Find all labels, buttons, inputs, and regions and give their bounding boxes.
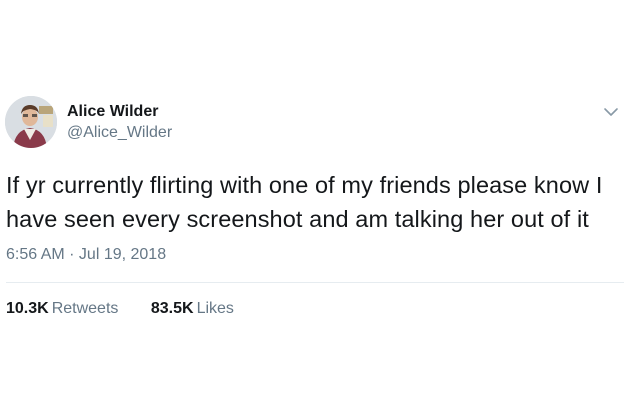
author-name[interactable]: Alice Wilder <box>67 103 158 121</box>
likes-stat[interactable]: 83.5K Likes <box>151 300 234 318</box>
avatar[interactable] <box>5 96 57 148</box>
retweets-label: Retweets <box>51 300 119 317</box>
tweet-timestamp[interactable]: 6:56 AM · Jul 19, 2018 <box>6 246 166 264</box>
tweet-stats: 10.3K Retweets 83.5K Likes <box>6 300 262 318</box>
author-handle[interactable]: @Alice_Wilder <box>67 124 172 142</box>
retweets-count: 10.3K <box>6 300 49 317</box>
user-avatar-image <box>5 96 57 148</box>
retweets-stat[interactable]: 10.3K Retweets <box>6 300 118 318</box>
divider <box>6 282 624 283</box>
chevron-down-icon[interactable] <box>603 105 619 117</box>
likes-count: 83.5K <box>150 300 194 317</box>
tweet-text: If yr currently flirting with one of my … <box>6 172 603 232</box>
likes-label: Likes <box>196 300 234 317</box>
tweet-card: Alice Wilder @Alice_Wilder If yr current… <box>0 0 625 415</box>
